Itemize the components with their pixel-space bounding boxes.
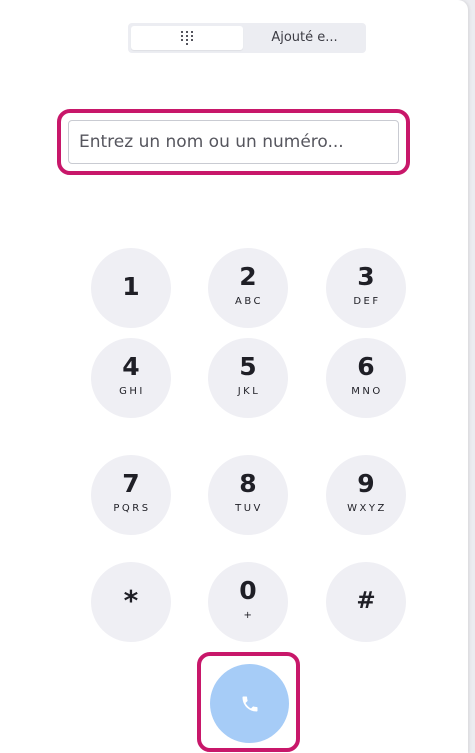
- key-4[interactable]: 4 GHI: [91, 338, 171, 418]
- added-tab-label: Ajouté e...: [271, 30, 338, 45]
- key-letters: +: [243, 610, 255, 621]
- call-button[interactable]: [210, 664, 289, 743]
- key-letters: ABC: [234, 296, 263, 307]
- added-tab[interactable]: Ajouté e...: [246, 26, 363, 50]
- number-input-highlight: [57, 109, 410, 175]
- key-2[interactable]: 2 ABC: [208, 248, 288, 328]
- key-8[interactable]: 8 TUV: [208, 455, 288, 535]
- key-digit: #: [356, 588, 376, 614]
- dialer-panel: Ajouté e... 1 2 ABC 3 DEF 4 GHI 5 JKL 6 MNO 7 PQRS 8 T…: [0, 0, 468, 753]
- key-digit: 6: [357, 352, 375, 381]
- key-digit: *: [123, 584, 139, 617]
- key-digit: 3: [357, 262, 375, 291]
- key-letters: WXYZ: [347, 503, 387, 514]
- key-star[interactable]: *: [91, 562, 171, 642]
- key-digit: 2: [239, 262, 257, 291]
- key-letters: JKL: [237, 386, 261, 397]
- number-input[interactable]: [68, 120, 399, 164]
- keypad-tab[interactable]: [131, 26, 243, 50]
- dialpad-grid-icon: [181, 31, 193, 45]
- key-9[interactable]: 9 WXYZ: [326, 455, 406, 535]
- key-digit: 0: [239, 576, 257, 605]
- key-digit: 8: [239, 469, 257, 498]
- key-letters: TUV: [235, 503, 263, 514]
- key-5[interactable]: 5 JKL: [208, 338, 288, 418]
- key-0[interactable]: 0 +: [208, 562, 288, 642]
- key-digit: 4: [122, 352, 140, 381]
- phone-icon: [242, 696, 257, 711]
- key-7[interactable]: 7 PQRS: [91, 455, 171, 535]
- key-3[interactable]: 3 DEF: [326, 248, 406, 328]
- key-digit: 5: [239, 352, 257, 381]
- key-letters: DEF: [353, 296, 381, 307]
- key-digit: 1: [122, 272, 140, 301]
- view-toggle: Ajouté e...: [128, 23, 366, 53]
- key-letters: PQRS: [113, 503, 151, 514]
- key-6[interactable]: 6 MNO: [326, 338, 406, 418]
- key-digit: 7: [122, 469, 140, 498]
- key-letters: MNO: [351, 386, 383, 397]
- key-1[interactable]: 1: [91, 248, 171, 328]
- key-hash[interactable]: #: [326, 562, 406, 642]
- key-digit: 9: [357, 469, 375, 498]
- key-letters: GHI: [119, 386, 145, 397]
